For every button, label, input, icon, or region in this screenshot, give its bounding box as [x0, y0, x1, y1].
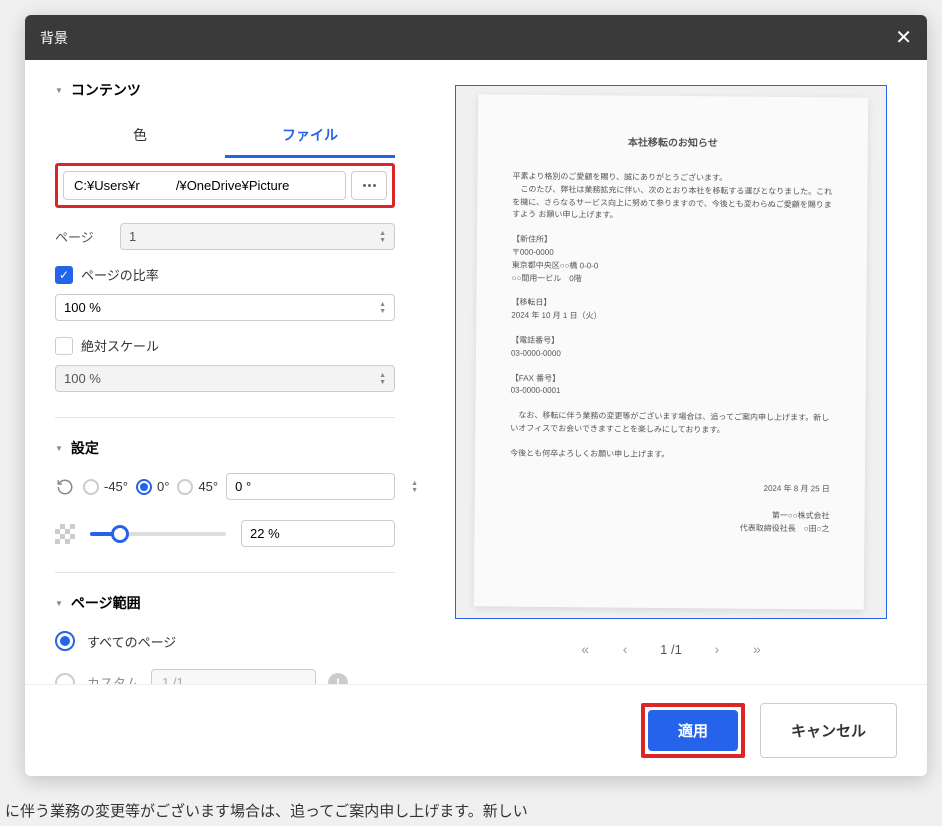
ratio-checkbox[interactable]: ✓ — [55, 266, 73, 284]
tab-file[interactable]: ファイル — [225, 115, 395, 158]
all-pages-radio[interactable] — [55, 631, 75, 651]
divider — [55, 417, 395, 418]
doc-title: 本社移転のお知らせ — [513, 135, 833, 154]
custom-label: カスタム — [87, 673, 139, 684]
background-dialog: 背景 ✕ コンテンツ 色 ファイル ページ ▲▼ — [25, 15, 927, 776]
opacity-slider[interactable] — [90, 524, 226, 544]
doc-fax-val: 03-0000-0001 — [511, 385, 831, 401]
cancel-button[interactable]: キャンセル — [760, 703, 897, 758]
absolute-scale-checkbox[interactable] — [55, 337, 73, 355]
all-pages-label: すべてのページ — [87, 632, 176, 651]
dialog-body: コンテンツ 色 ファイル ページ ▲▼ ✓ ページの比率 — [25, 60, 927, 684]
opacity-icon — [55, 524, 75, 544]
section-page-range[interactable]: ページ範囲 — [55, 593, 395, 613]
section-settings[interactable]: 設定 — [55, 438, 395, 458]
info-icon[interactable]: ! — [328, 673, 348, 685]
divider-2 — [55, 572, 395, 573]
background-page-text: に伴う業務の変更等がございます場合は、追ってご案内申し上げます。新しい — [5, 800, 528, 821]
doc-body2: なお、移転に伴う業務の変更等がございます場合は、追ってご案内申し上げます。新しい… — [510, 410, 830, 438]
rotation-zero-label: 0° — [157, 479, 169, 494]
file-path-input[interactable] — [63, 171, 346, 200]
absolute-scale-input — [64, 371, 379, 386]
slider-thumb[interactable] — [111, 525, 129, 543]
settings-panel: コンテンツ 色 ファイル ページ ▲▼ ✓ ページの比率 — [25, 60, 425, 684]
total-pages: 1 — [675, 642, 682, 657]
custom-radio[interactable] — [55, 673, 75, 685]
doc-move-date: 2024 年 10 月 1 日（火） — [511, 310, 831, 326]
rotation-zero-radio[interactable] — [136, 479, 152, 495]
prev-page-button[interactable]: ‹ — [610, 634, 640, 664]
page-spinner[interactable]: ▲▼ — [120, 223, 395, 250]
opacity-spinner[interactable]: ▲▼ — [241, 520, 395, 547]
rotation-input[interactable] — [235, 479, 411, 494]
rotation-spinner[interactable]: ▲▼ — [226, 473, 395, 500]
close-icon[interactable]: ✕ — [895, 25, 912, 50]
page-label: ページ — [55, 227, 110, 246]
ratio-input[interactable] — [64, 300, 379, 315]
rotation-pos45-radio[interactable] — [177, 479, 193, 495]
next-page-button[interactable]: › — [702, 634, 732, 664]
doc-tel-val: 03-0000-0000 — [511, 347, 831, 363]
apply-button[interactable]: 適用 — [648, 710, 738, 751]
dialog-footer: 適用 キャンセル — [25, 684, 927, 776]
rotation-neg45-radio[interactable] — [83, 479, 99, 495]
content-tabs: 色 ファイル — [55, 115, 395, 158]
browse-button[interactable] — [351, 171, 387, 200]
doc-body3: 今後とも何卒よろしくお願い申し上げます。 — [510, 447, 830, 463]
rotation-neg45-label: -45° — [104, 479, 128, 494]
pagination: « ‹ 1 /1 › » — [455, 619, 887, 669]
file-input-highlight — [55, 163, 395, 208]
custom-page-input — [151, 669, 316, 684]
dialog-header: 背景 ✕ — [25, 15, 927, 60]
page-spinner-input — [129, 229, 379, 244]
opacity-input[interactable] — [250, 526, 425, 541]
absolute-scale-spinner: ▲▼ — [55, 365, 395, 392]
dialog-title: 背景 — [40, 28, 68, 48]
ratio-spinner[interactable]: ▲▼ — [55, 294, 395, 321]
preview-panel: 本社移転のお知らせ 平素より格別のご愛顧を賜り、誠にありがとうございます。 この… — [425, 60, 927, 684]
preview-document: 本社移転のお知らせ 平素より格別のご愛顧を賜り、誠にありがとうございます。 この… — [474, 94, 868, 609]
page-indicator: 1 /1 — [650, 642, 692, 657]
section-contents[interactable]: コンテンツ — [55, 80, 395, 100]
apply-highlight: 適用 — [641, 703, 745, 758]
doc-body1: このたび、弊社は業務拡充に伴い、次のとおり本社を移転する運びとなりました。これを… — [512, 183, 832, 224]
ratio-label: ページの比率 — [81, 265, 159, 284]
preview-container: 本社移転のお知らせ 平素より格別のご愛顧を賜り、誠にありがとうございます。 この… — [455, 85, 887, 619]
rotation-pos45-label: 45° — [198, 479, 218, 494]
doc-addr-bldg: ○○間用一ビル 0階 — [512, 272, 832, 288]
first-page-button[interactable]: « — [570, 634, 600, 664]
last-page-button[interactable]: » — [742, 634, 772, 664]
current-page: 1 — [660, 642, 667, 657]
absolute-scale-label: 絶対スケール — [81, 336, 159, 355]
doc-signature: 代表取締役社長 ○田○之 — [509, 521, 829, 537]
doc-date: 2024 年 8 月 25 日 — [510, 480, 830, 496]
tab-color[interactable]: 色 — [55, 115, 225, 158]
rotation-icon — [55, 477, 75, 497]
